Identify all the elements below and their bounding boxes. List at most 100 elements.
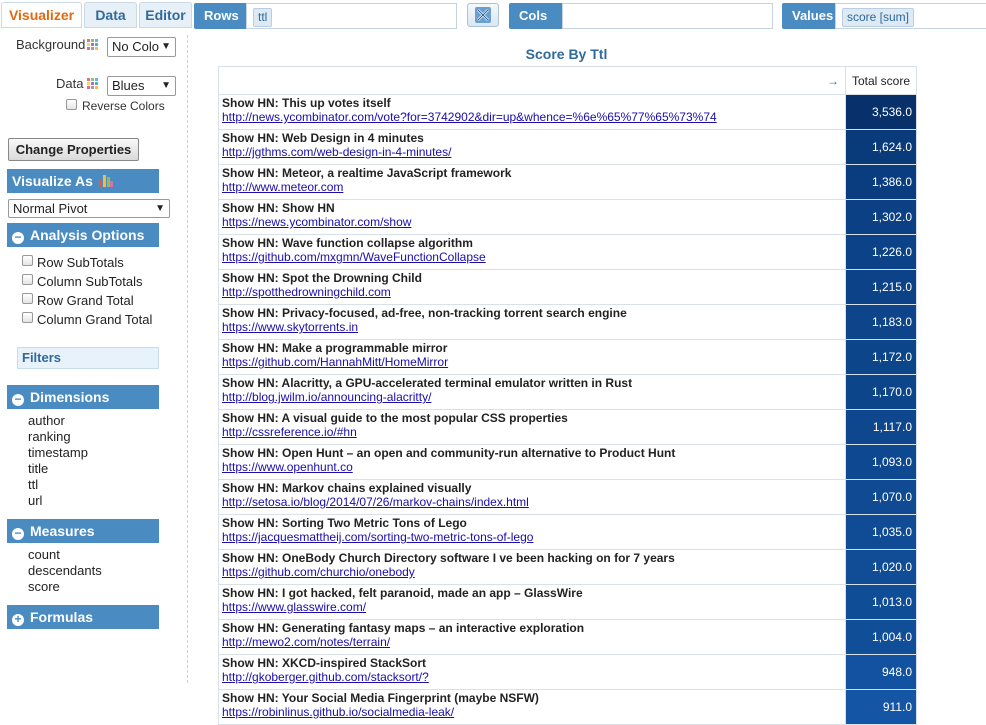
swap-axes-button[interactable]	[467, 3, 499, 27]
row-url-link[interactable]: https://github.com/churchio/onebody	[222, 565, 842, 579]
row-title: Show HN: Alacritty, a GPU-accelerated te…	[222, 376, 633, 390]
row-url-link[interactable]: https://jacquesmattheij.com/sorting-two-…	[222, 530, 842, 544]
data-color-select[interactable]: Blues ▼	[107, 76, 176, 96]
reverse-colors-checkbox[interactable]	[66, 99, 77, 110]
background-label: Background	[16, 37, 86, 52]
row-header-cell: Show HN: Alacritty, a GPU-accelerated te…	[218, 374, 846, 410]
visualize-as-select[interactable]: Normal Pivot ▼	[8, 199, 170, 218]
table-row: Show HN: Sorting Two Metric Tons of Lego…	[218, 514, 917, 550]
row-url-link[interactable]: http://gkoberger.github.com/stacksort/?	[222, 670, 842, 684]
total-score-cell: 1,013.0	[845, 584, 917, 620]
tab-editor[interactable]: Editor	[139, 2, 192, 28]
cols-dropzone[interactable]	[562, 3, 773, 29]
row-url-link[interactable]: http://news.ycombinator.com/vote?for=374…	[222, 110, 842, 124]
total-score-header: Total score	[845, 66, 917, 95]
column-subtotals-label: Column SubTotals	[37, 274, 143, 289]
row-url-link[interactable]: https://www.openhunt.co	[222, 460, 842, 474]
row-header-cell: Show HN: Generating fantasy maps – an in…	[218, 619, 846, 655]
total-score-cell: 1,004.0	[845, 619, 917, 655]
formulas-header[interactable]: + Formulas	[7, 605, 159, 629]
table-row: Show HN: Privacy-focused, ad-free, non-t…	[218, 304, 917, 340]
filters-dropzone[interactable]: Filters	[17, 347, 159, 369]
table-row: Show HN: Open Hunt – an open and communi…	[218, 444, 917, 480]
row-url-link[interactable]: http://www.meteor.com	[222, 180, 842, 194]
row-url-link[interactable]: https://github.com/HannahMitt/HomeMirror	[222, 355, 842, 369]
rows-chip-ttl[interactable]: ttl	[253, 8, 273, 27]
row-title: Show HN: Meteor, a realtime JavaScript f…	[222, 166, 512, 180]
row-url-link[interactable]: http://cssreference.io/#hn	[222, 425, 842, 439]
visualize-as-header: Visualize As	[7, 169, 159, 193]
row-url-link[interactable]: https://www.skytorrents.in	[222, 320, 842, 334]
dimension-item-ttl[interactable]: ttl	[28, 477, 38, 492]
table-row: Show HN: Meteor, a realtime JavaScript f…	[218, 164, 917, 200]
cols-label: Cols	[509, 3, 562, 29]
tab-visualizer[interactable]: Visualizer	[1, 2, 82, 28]
rows-dropzone[interactable]: ttl	[246, 3, 457, 29]
measure-item-count[interactable]: count	[28, 547, 60, 562]
row-url-link[interactable]: https://www.glasswire.com/	[222, 600, 842, 614]
color-palette-icon	[87, 39, 99, 51]
dimension-item-url[interactable]: url	[28, 493, 42, 508]
values-chip-score[interactable]: score [sum]	[842, 8, 915, 27]
collapse-icon: −	[12, 393, 24, 406]
row-url-link[interactable]: https://github.com/mxgmn/WaveFunctionCol…	[222, 250, 842, 264]
row-url-link[interactable]: https://robinlinus.github.io/socialmedia…	[222, 705, 842, 719]
table-row: Show HN: Wave function collapse algorith…	[218, 234, 917, 270]
total-score-cell: 1,172.0	[845, 339, 917, 375]
dimension-item-timestamp[interactable]: timestamp	[28, 445, 88, 460]
panel-divider	[187, 35, 188, 683]
row-url-link[interactable]: http://jgthms.com/web-design-in-4-minute…	[222, 145, 842, 159]
pivot-corner: →	[218, 66, 846, 95]
total-score-cell: 1,093.0	[845, 444, 917, 480]
table-row: Show HN: This up votes itself http://news…	[218, 94, 917, 130]
total-score-cell: 1,117.0	[845, 409, 917, 445]
table-row: Show HN: OneBody Church Directory softwa…	[218, 549, 917, 585]
measure-item-descendants[interactable]: descendants	[28, 563, 102, 578]
row-url-link[interactable]: http://spotthedrowningchild.com	[222, 285, 842, 299]
table-row: Show HN: Alacritty, a GPU-accelerated te…	[218, 374, 917, 410]
row-title: Show HN: Privacy-focused, ad-free, non-t…	[222, 306, 627, 320]
tab-data[interactable]: Data	[84, 2, 137, 28]
data-color-label: Data	[56, 76, 84, 91]
measure-item-score[interactable]: score	[28, 579, 60, 594]
row-header-cell: Show HN: XKCD-inspired StackSort http://g…	[218, 654, 846, 690]
row-title: Show HN: Your Social Media Fingerprint (…	[222, 691, 539, 705]
row-subtotals-checkbox[interactable]	[22, 255, 33, 266]
row-url-link[interactable]: http://blog.jwilm.io/announcing-alacritt…	[222, 390, 842, 404]
dimension-item-ranking[interactable]: ranking	[28, 429, 71, 444]
reverse-colors-label: Reverse Colors	[82, 99, 165, 113]
column-grand-total-label: Column Grand Total	[37, 312, 153, 327]
table-row: Show HN: A visual guide to the most popu…	[218, 409, 917, 445]
values-label: Values	[782, 3, 835, 29]
column-grand-total-checkbox[interactable]	[22, 312, 33, 323]
dimension-item-title[interactable]: title	[28, 461, 48, 476]
row-subtotals-label: Row SubTotals	[37, 255, 124, 270]
column-subtotals-checkbox[interactable]	[22, 274, 33, 285]
row-title: Show HN: A visual guide to the most popu…	[222, 411, 568, 425]
total-score-cell: 1,170.0	[845, 374, 917, 410]
total-score-cell: 1,035.0	[845, 514, 917, 550]
row-url-link[interactable]: https://news.ycombinator.com/show	[222, 215, 842, 229]
table-row: Show HN: I got hacked, felt paranoid, ma…	[218, 584, 917, 620]
dimension-item-author[interactable]: author	[28, 413, 65, 428]
row-header-cell: Show HN: Wave function collapse algorith…	[218, 234, 846, 270]
row-header-cell: Show HN: Your Social Media Fingerprint (…	[218, 689, 846, 725]
row-header-cell: Show HN: Web Design in 4 minutes http://j…	[218, 129, 846, 165]
table-row: Show HN: Show HN https://news.ycombinator…	[218, 199, 917, 235]
row-title: Show HN: Wave function collapse algorith…	[222, 236, 473, 250]
bar-chart-icon	[98, 175, 113, 187]
row-url-link[interactable]: http://mewo2.com/notes/terrain/	[222, 635, 842, 649]
background-select[interactable]: No Colo ▼	[107, 37, 176, 57]
total-score-cell: 1,226.0	[845, 234, 917, 270]
row-title: Show HN: I got hacked, felt paranoid, ma…	[222, 586, 583, 600]
table-row: Show HN: Make a programmable mirror https…	[218, 339, 917, 375]
measures-header[interactable]: − Measures	[7, 519, 159, 543]
total-score-cell: 1,215.0	[845, 269, 917, 305]
row-grand-total-checkbox[interactable]	[22, 293, 33, 304]
values-dropzone[interactable]: score [sum]	[835, 3, 986, 29]
row-url-link[interactable]: http://setosa.io/blog/2014/07/26/markov-…	[222, 495, 842, 509]
analysis-options-header[interactable]: − Analysis Options	[7, 223, 159, 247]
swap-axes-icon	[475, 7, 491, 23]
dimensions-header[interactable]: − Dimensions	[7, 385, 159, 409]
change-properties-button[interactable]: Change Properties	[8, 138, 139, 161]
